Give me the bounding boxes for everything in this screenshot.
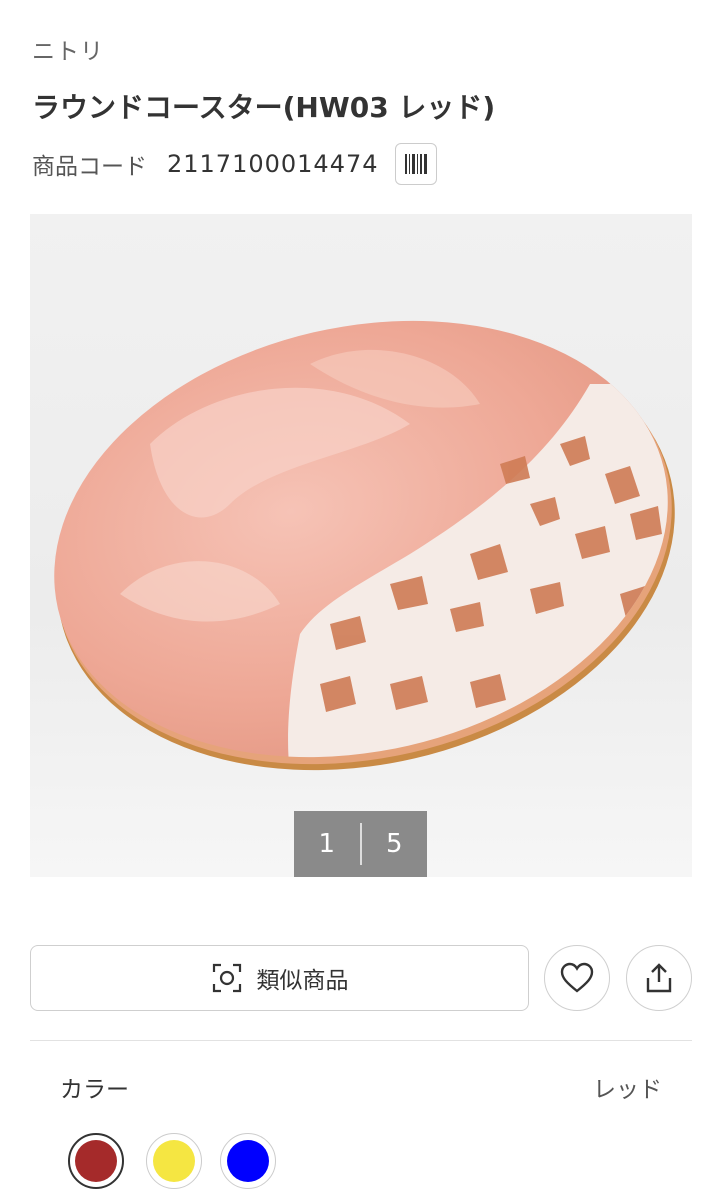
share-button[interactable] [626, 945, 692, 1011]
product-title: ラウンドコースター(HW03 レッド) [32, 91, 496, 124]
color-label: カラー [60, 1077, 129, 1103]
brand-name[interactable]: ニトリ [32, 32, 104, 66]
selected-color-value: レッド [593, 1077, 662, 1103]
color-swatch-blue[interactable] [220, 1133, 276, 1189]
similar-products-label: 類似商品 [256, 968, 349, 994]
product-code-row: 商品コード 2117100014474 [32, 142, 437, 186]
swatch-dot [75, 1140, 117, 1182]
swatch-dot [153, 1140, 195, 1182]
similar-products-button[interactable]: 類似商品 [30, 945, 529, 1011]
product-code-value: 2117100014474 [167, 150, 379, 178]
color-swatch-yellow[interactable] [146, 1133, 202, 1189]
favorite-button[interactable] [544, 945, 610, 1011]
share-icon [646, 963, 672, 993]
camera-scan-icon [212, 963, 241, 993]
pager-total: 5 [385, 829, 403, 859]
product-code-label: 商品コード [32, 154, 147, 180]
color-swatch-red[interactable] [68, 1133, 124, 1189]
pager-current: 1 [318, 829, 336, 859]
heart-icon [560, 962, 594, 993]
barcode-button[interactable] [394, 143, 437, 185]
section-divider [30, 1040, 692, 1041]
product-image-gallery[interactable]: 1 5 [30, 214, 692, 877]
swatch-dot [227, 1140, 269, 1182]
barcode-icon [404, 154, 427, 174]
product-image [54, 320, 692, 774]
image-pager: 1 5 [294, 811, 427, 877]
